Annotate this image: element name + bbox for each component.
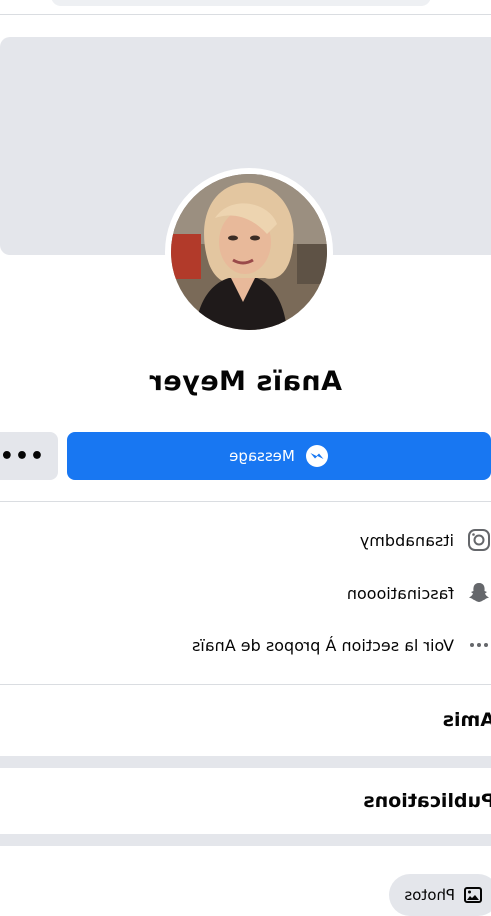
about-section-link[interactable]: Voir la section À propos de Anaïs bbox=[0, 630, 491, 660]
message-button-label: Message bbox=[229, 447, 295, 465]
profile-photo bbox=[171, 174, 327, 330]
messenger-icon bbox=[305, 445, 328, 467]
about-item-instagram[interactable]: itsanabdmy bbox=[0, 525, 491, 555]
photos-icon bbox=[464, 887, 482, 903]
instagram-handle: itsanabdmy bbox=[359, 530, 454, 550]
about-divider bbox=[0, 684, 491, 685]
message-button[interactable]: Message bbox=[67, 432, 491, 480]
more-options-button[interactable]: ••• bbox=[0, 432, 58, 480]
profile-avatar[interactable] bbox=[165, 168, 333, 336]
top-search-bar[interactable] bbox=[51, 0, 431, 6]
instagram-icon bbox=[468, 529, 490, 551]
about-section-label: Voir la section À propos de Anaïs bbox=[192, 635, 454, 655]
about-item-snapchat[interactable]: fascinatiooon bbox=[0, 578, 491, 608]
profile-divider bbox=[0, 501, 491, 502]
section-separator bbox=[0, 756, 491, 768]
section-separator bbox=[0, 834, 491, 846]
header-divider bbox=[0, 14, 491, 15]
photos-chip-label: Photos bbox=[404, 886, 455, 904]
profile-page: Anaïs Meyer Message ••• itsanabdmy fasci… bbox=[0, 0, 491, 916]
snapchat-icon bbox=[469, 583, 489, 602]
more-dots-icon bbox=[470, 643, 488, 647]
more-options-icon: ••• bbox=[0, 443, 44, 469]
profile-name: Anaïs Meyer bbox=[149, 366, 342, 397]
posts-section-title: Publications bbox=[363, 790, 491, 812]
photos-filter-chip[interactable]: Photos bbox=[389, 874, 491, 916]
snapchat-handle: fascinatiooon bbox=[346, 583, 454, 603]
friends-section-title[interactable]: Amis bbox=[443, 709, 491, 731]
